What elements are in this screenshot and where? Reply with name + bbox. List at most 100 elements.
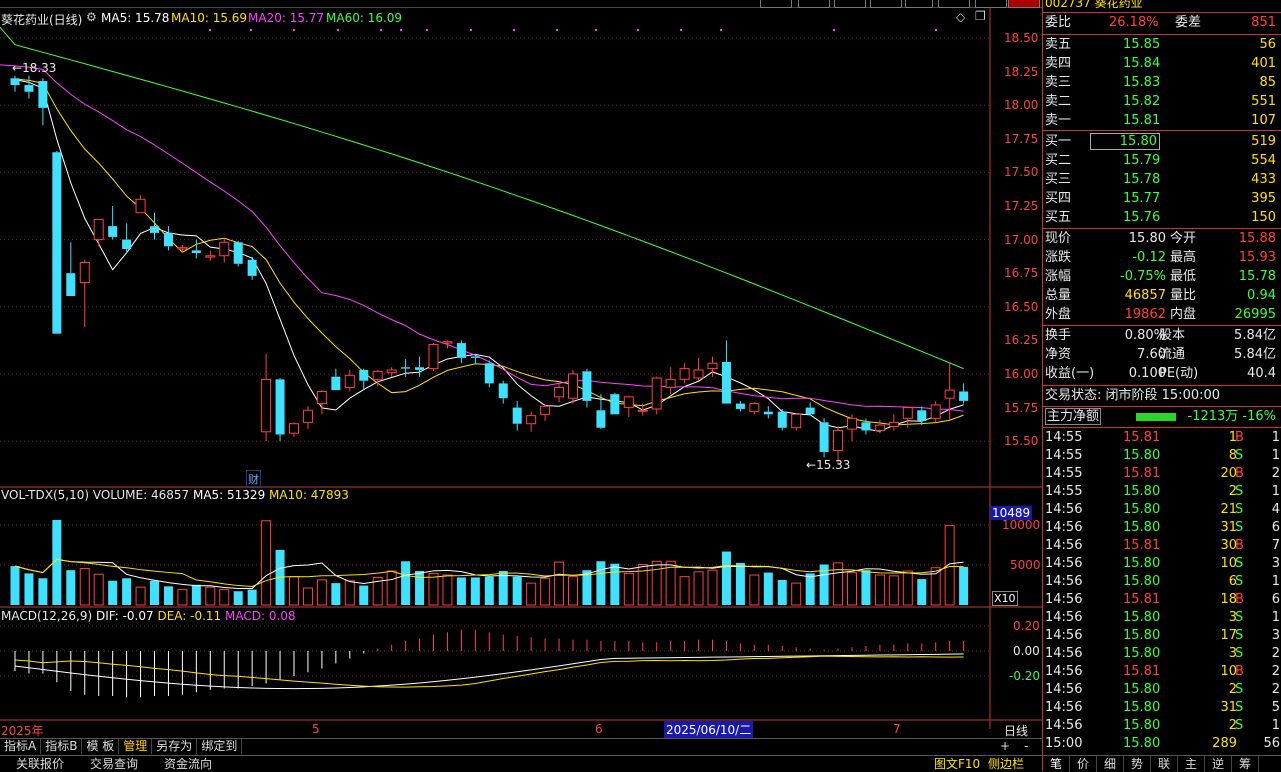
event-marker-dot: [337, 29, 339, 31]
candle-body-down: [596, 410, 606, 428]
weibi-value: 26.18%: [1109, 15, 1159, 30]
quote-value-right: 15.88: [1238, 231, 1276, 246]
finance-report-marker[interactable]: 财: [246, 470, 261, 488]
tick-time: 14:56: [1045, 664, 1083, 679]
fund-label-right: 流通: [1159, 347, 1186, 362]
side-tab[interactable]: 笔: [1043, 756, 1070, 772]
ask-row[interactable]: 卖一 15.81 107: [1043, 112, 1280, 130]
kline-chart-svg[interactable]: [0, 7, 1042, 738]
volume-bar-down: [721, 551, 731, 605]
period-label[interactable]: 日线: [1004, 722, 1028, 739]
zoom-out-button[interactable]: -: [1020, 739, 1032, 754]
zoom-in-button[interactable]: +: [996, 739, 1014, 754]
side-tab[interactable]: 联: [1151, 756, 1178, 772]
candle-body-down: [359, 369, 369, 381]
candle-body-down: [191, 250, 201, 254]
ask-row[interactable]: 卖四 15.84 401: [1043, 55, 1280, 73]
side-tab[interactable]: 势: [1124, 756, 1151, 772]
candle-body-up: [623, 396, 634, 409]
bid-volume: 150: [1251, 210, 1276, 225]
macd-dif: DIF: -0.07: [95, 609, 154, 623]
volume-bar-down: [247, 589, 257, 605]
volume-bar-up: [205, 586, 216, 606]
volume-bar-up: [526, 582, 537, 606]
side-tab[interactable]: 价: [1070, 756, 1097, 772]
tick-time: 14:55: [1045, 430, 1083, 445]
volume-bar-down: [191, 584, 201, 605]
sidebar-toggle[interactable]: 侧边栏: [986, 756, 1026, 772]
side-tab[interactable]: 逆: [1205, 756, 1232, 772]
tick-direction: S: [1235, 682, 1244, 697]
tick-row: 14:55 15.80 8 S 1: [1043, 447, 1281, 465]
ask-price: 15.84: [1123, 56, 1161, 71]
ask-volume: 107: [1251, 113, 1276, 128]
candle-body-down: [917, 410, 927, 422]
vol-unit-badge[interactable]: X10: [992, 591, 1018, 606]
event-marker-dot: [293, 29, 295, 31]
crosshair-date-badge: 2025/06/10/二: [664, 721, 754, 738]
bid-row[interactable]: 买四 15.77 395: [1043, 190, 1280, 208]
ask-row[interactable]: 卖五 15.85 56: [1043, 36, 1280, 54]
quote-value-left: -0.12: [1132, 250, 1166, 265]
candle-body-up: [554, 386, 565, 398]
high-annotation: ←18.33: [12, 61, 57, 75]
quote-label-right: 最低: [1170, 269, 1197, 284]
volume-bar-up: [79, 568, 90, 606]
candle-body-up: [135, 198, 146, 214]
bid-row[interactable]: 买二 15.79 554: [1043, 152, 1280, 170]
ma20-line: [0, 64, 964, 412]
tick-direction: S: [1235, 574, 1244, 589]
ask-row[interactable]: 卖二 15.82 551: [1043, 93, 1280, 111]
volume-bar-down: [959, 566, 969, 605]
bid-row[interactable]: 买五 15.76 150: [1043, 209, 1280, 227]
volume-bar-up: [302, 587, 313, 606]
tick-time: 14:56: [1045, 718, 1083, 733]
ask-row[interactable]: 卖三 15.83 85: [1043, 74, 1280, 92]
main-flow-row[interactable]: 主力净额 -1213万 -16%: [1043, 408, 1280, 426]
main-flow-label[interactable]: 主力净额: [1045, 408, 1102, 425]
bid-row[interactable]: 买一 15.80 519: [1043, 133, 1280, 151]
tick-row: 14:56 15.80 3 S 2: [1043, 645, 1281, 663]
tab-indicator-b[interactable]: 指标B: [41, 739, 83, 754]
fundamental-row: 净资 7.60 流通 5.84亿: [1043, 346, 1280, 364]
fund-value-right: 40.4: [1247, 366, 1276, 381]
quote-label-left: 涨跌: [1045, 250, 1072, 265]
candle-body-up: [219, 241, 230, 257]
side-tab[interactable]: 细: [1097, 756, 1124, 772]
quote-row: 现价 15.80 今开 15.88: [1043, 230, 1280, 248]
tab-bind-to[interactable]: 绑定到: [197, 739, 243, 754]
volume-bar-up: [568, 576, 578, 606]
window-restore-icon[interactable]: ❐: [975, 9, 986, 23]
f10-button[interactable]: 图文F10: [932, 756, 982, 772]
status-fund-flow[interactable]: 资金流向: [148, 756, 222, 772]
bid-row[interactable]: 买三 15.78 433: [1043, 171, 1280, 189]
tick-count: 3: [1271, 628, 1280, 643]
volume-bar-up: [874, 574, 885, 606]
candle-body-down: [122, 239, 132, 250]
tick-row: 14:56 15.80 31 S 5: [1043, 699, 1281, 717]
price-axis-label: 18.25: [1004, 64, 1039, 79]
tick-time: 14:56: [1045, 700, 1083, 715]
fund-value-right: 5.84亿: [1234, 328, 1276, 343]
status-related-quote[interactable]: 关联报价: [0, 756, 74, 772]
weicha-value: 851: [1251, 15, 1276, 30]
candle-body-down: [233, 242, 243, 264]
candle-body-up: [442, 341, 453, 344]
tick-time: 14:55: [1045, 448, 1083, 463]
diamond-icon[interactable]: ◇: [956, 10, 965, 24]
tick-count: 2: [1271, 682, 1280, 697]
volume-bar-down: [108, 580, 118, 605]
side-tab[interactable]: 筹: [1232, 756, 1259, 772]
ask-price: 15.83: [1123, 75, 1161, 90]
status-trade-query[interactable]: 交易查询: [74, 756, 148, 772]
quote-label-right: 量比: [1170, 288, 1197, 303]
tab-save-as[interactable]: 另存为: [152, 739, 198, 754]
tick-count: 2: [1271, 664, 1280, 679]
side-tab[interactable]: 主: [1178, 756, 1205, 772]
kline-chart-area[interactable]: 葵花药业(日线) ⚙ MA5: 15.78 MA10: 15.69 MA20: …: [0, 7, 1042, 738]
tab-indicator-a[interactable]: 指标A: [0, 739, 42, 754]
settings-gear-icon[interactable]: ⚙: [86, 10, 97, 24]
tab-template[interactable]: 模 板: [82, 739, 120, 754]
tab-manage[interactable]: 管理: [119, 739, 153, 754]
candle-body-up: [526, 415, 537, 425]
